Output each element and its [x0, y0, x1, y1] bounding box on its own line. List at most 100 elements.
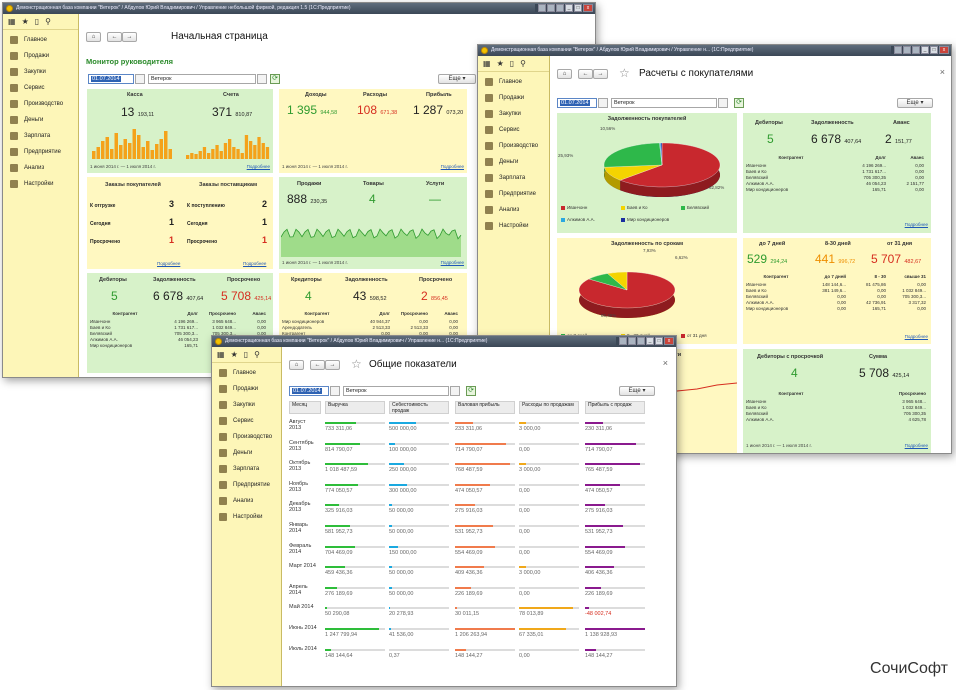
details-link[interactable]: Подробнее — [905, 334, 928, 339]
order-row[interactable]: Просрочено 1 — [90, 233, 176, 251]
order-row[interactable]: Сегодня 1 — [187, 215, 269, 233]
table-row[interactable]: Апрель 2014 276 189,69 50 000,00 226 189,69… — [289, 584, 670, 604]
refresh-icon[interactable]: ⟳ — [270, 74, 280, 84]
organization-field[interactable]: Ветерок — [611, 98, 717, 108]
nav-item[interactable]: Анализ — [212, 493, 281, 509]
search-icon[interactable]: ⚲ — [254, 350, 260, 359]
table-row[interactable]: Алкимов А.А. 4 625,78 — [746, 417, 928, 423]
table-row[interactable]: Февраль 2014 704 469,09 150 000,00 554 469,… — [289, 543, 670, 563]
close-button[interactable]: x — [583, 4, 593, 12]
organization-field[interactable]: Ветерок — [343, 386, 449, 396]
toolbar-icon[interactable] — [619, 337, 627, 345]
favorite-star-icon[interactable]: ☆ — [351, 357, 362, 371]
minimize-button[interactable]: _ — [921, 46, 929, 54]
nav-item[interactable]: Закупки — [478, 106, 549, 122]
table-row[interactable]: Июль 2014 148 144,64 0,37 148 144,27 0,00 148… — [289, 646, 670, 666]
home-button[interactable]: ⌂ — [289, 360, 304, 370]
apps-grid-icon[interactable]: ▦ — [217, 350, 225, 359]
column-header[interactable]: Себестоимость продаж — [389, 401, 449, 414]
details-link[interactable]: Подробнее — [247, 164, 270, 169]
toolbar-icon[interactable] — [912, 46, 920, 54]
nav-item[interactable]: Сервис — [478, 122, 549, 138]
nav-item[interactable]: Закупки — [3, 64, 78, 80]
nav-item[interactable]: Деньги — [3, 112, 78, 128]
apps-grid-icon[interactable]: ▦ — [483, 59, 491, 68]
details-link[interactable]: Подробнее — [441, 260, 464, 265]
nav-item[interactable]: Зарплата — [3, 128, 78, 144]
toolbar-icon[interactable] — [894, 46, 902, 54]
toolbar-icon[interactable] — [628, 337, 636, 345]
table-row[interactable]: Мир кондиционеров 0,00 165,71 0,00 — [746, 306, 928, 312]
nav-item[interactable]: Настройки — [212, 509, 281, 525]
search-icon[interactable]: ⚲ — [45, 17, 51, 26]
toolbar-icon[interactable] — [903, 46, 911, 54]
nav-item[interactable]: Продажи — [3, 48, 78, 64]
refresh-icon[interactable]: ⟳ — [734, 98, 744, 108]
details-link[interactable]: Подробнее — [905, 222, 928, 227]
nav-item[interactable]: Главное — [3, 32, 78, 48]
favorites-star-icon[interactable]: ★ — [22, 17, 29, 26]
maximize-button[interactable]: □ — [574, 4, 582, 12]
nav-item[interactable]: Продажи — [212, 381, 281, 397]
organization-field[interactable]: Ветерок — [148, 74, 256, 84]
refresh-icon[interactable]: ⟳ — [466, 386, 476, 396]
column-header[interactable]: Выручка — [325, 401, 385, 414]
nav-item[interactable]: Сервис — [212, 413, 281, 429]
open-link-icon[interactable] — [718, 98, 728, 108]
column-header[interactable]: Валовая прибыль — [455, 401, 515, 414]
search-icon[interactable]: ⚲ — [520, 59, 526, 68]
apps-grid-icon[interactable]: ▦ — [8, 17, 16, 26]
more-button[interactable]: Еще ▾ — [619, 386, 655, 396]
maximize-button[interactable]: □ — [655, 337, 663, 345]
nav-item[interactable]: Производство — [478, 138, 549, 154]
minimize-button[interactable]: _ — [565, 4, 573, 12]
table-row[interactable]: Август 2013 733 311,06 500 000,00 233 311,0… — [289, 419, 670, 439]
column-header[interactable]: Месяц — [289, 401, 321, 414]
nav-item[interactable]: Анализ — [3, 160, 78, 176]
more-button[interactable]: Еще ▾ — [897, 98, 933, 108]
date-field[interactable]: 01.07.2014 — [88, 74, 134, 84]
nav-item[interactable]: Деньги — [212, 445, 281, 461]
more-button[interactable]: Еще ▾ — [438, 74, 476, 84]
details-link[interactable]: Подробнее — [905, 443, 928, 448]
favorites-star-icon[interactable]: ★ — [231, 350, 238, 359]
order-row[interactable]: К отгрузке 3 — [90, 197, 176, 215]
nav-item[interactable]: Настройки — [3, 176, 78, 192]
toolbar-icon[interactable] — [547, 4, 555, 12]
nav-item[interactable]: Главное — [478, 74, 549, 90]
calendar-icon[interactable] — [598, 98, 608, 108]
order-row[interactable]: Просрочено 1 — [187, 233, 269, 251]
toolbar-icon[interactable] — [637, 337, 645, 345]
toolbar-icon[interactable] — [538, 4, 546, 12]
date-field[interactable]: 01.07.2014 — [557, 98, 597, 108]
minimize-button[interactable]: _ — [646, 337, 654, 345]
nav-item[interactable]: Предприятие — [478, 186, 549, 202]
nav-item[interactable]: Закупки — [212, 397, 281, 413]
nav-item[interactable]: Зарплата — [478, 170, 549, 186]
nav-item[interactable]: Производство — [212, 429, 281, 445]
order-row[interactable]: Сегодня 1 — [90, 215, 176, 233]
history-icon[interactable]: ▯ — [244, 350, 248, 359]
nav-item[interactable]: Производство — [3, 96, 78, 112]
nav-item[interactable]: Настройки — [478, 218, 549, 234]
nav-item[interactable]: Зарплата — [212, 461, 281, 477]
toolbar-icon[interactable] — [556, 4, 564, 12]
close-form-icon[interactable]: × — [940, 67, 945, 77]
calendar-icon[interactable] — [135, 74, 145, 84]
table-row[interactable]: Мир кондиционеров 165,71 0,00 — [746, 187, 926, 193]
close-form-icon[interactable]: × — [663, 358, 668, 368]
home-button[interactable]: ⌂ — [557, 69, 572, 79]
back-button[interactable]: ← — [578, 69, 593, 79]
home-button[interactable]: ⌂ — [86, 32, 101, 42]
nav-item[interactable]: Главное — [212, 365, 281, 381]
table-row[interactable]: Январь 2014 581 952,73 50 000,00 531 952,73… — [289, 522, 670, 542]
column-header[interactable]: Расходы по продажам — [519, 401, 579, 414]
maximize-button[interactable]: □ — [930, 46, 938, 54]
details-link[interactable]: Подробнее — [157, 261, 180, 266]
table-row[interactable]: Март 2014 459 436,36 50 000,00 409 436,36 3 … — [289, 563, 670, 583]
favorite-star-icon[interactable]: ☆ — [619, 66, 630, 80]
nav-item[interactable]: Продажи — [478, 90, 549, 106]
close-button[interactable]: x — [939, 46, 949, 54]
close-button[interactable]: x — [664, 337, 674, 345]
history-icon[interactable]: ▯ — [510, 59, 514, 68]
